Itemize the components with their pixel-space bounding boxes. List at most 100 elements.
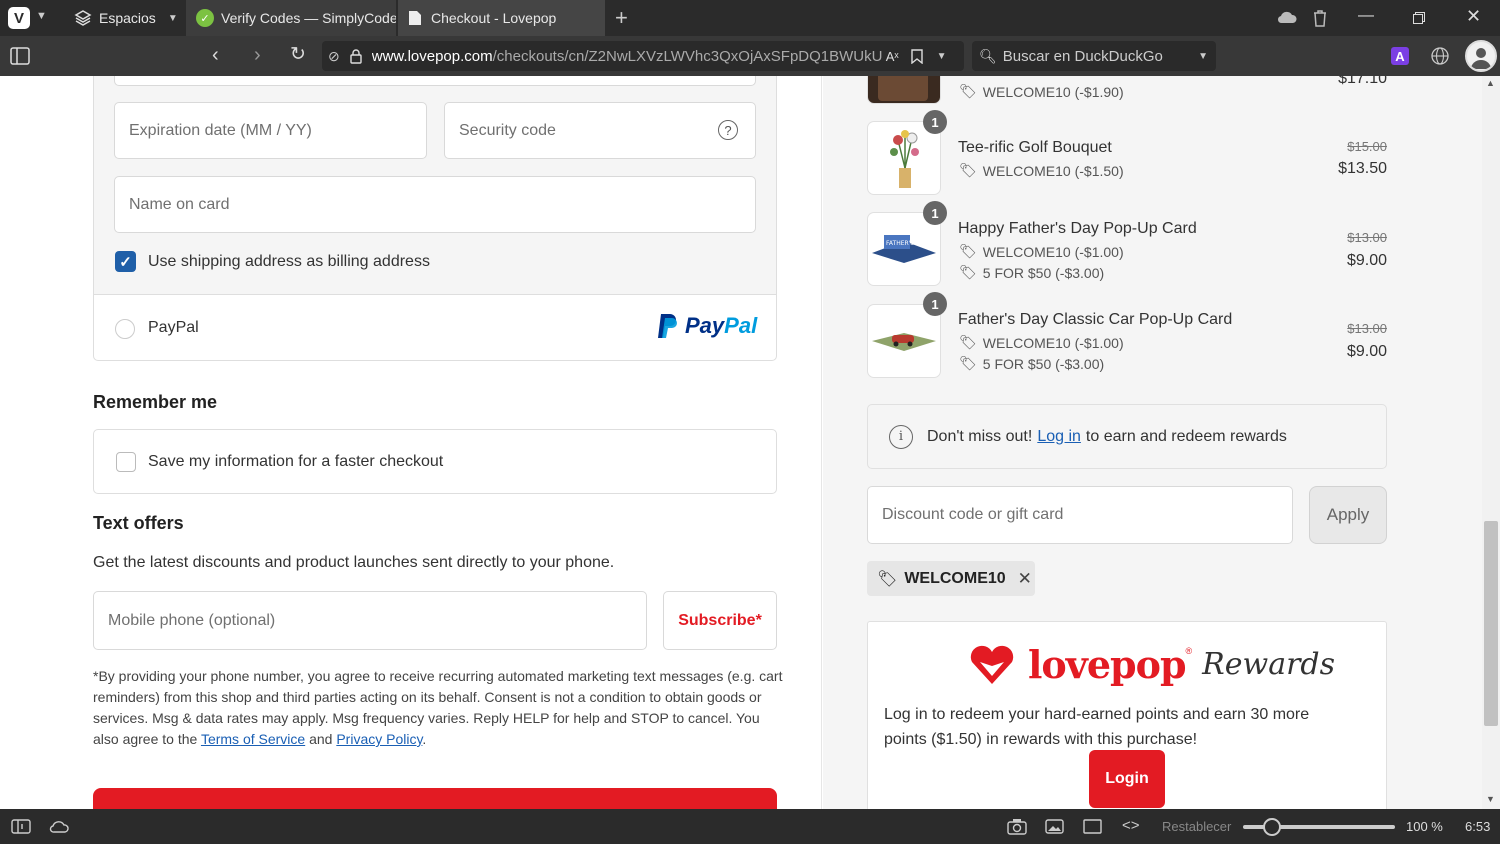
rewards-login-button[interactable]: Login — [1089, 750, 1165, 808]
terms-of-service-link[interactable]: Terms of Service — [201, 731, 305, 747]
expiration-date-field[interactable]: Expiration date (MM / YY) — [114, 102, 427, 159]
search-dropdown-icon[interactable]: ▼ — [1198, 51, 1208, 62]
scroll-up-icon[interactable]: ▲ — [1486, 78, 1495, 88]
original-price: $13.00 — [1347, 321, 1387, 336]
back-arrow-icon[interactable]: ‹ — [212, 44, 219, 67]
menu-chevron-icon[interactable]: ▼ — [36, 10, 47, 22]
url-field[interactable]: ⊘ www.lovepop.com/checkouts/cn/Z2NwLXVzL… — [322, 41, 964, 71]
bookmark-icon[interactable] — [910, 48, 923, 64]
window-icon[interactable] — [1083, 819, 1102, 834]
discount-placeholder: Discount code or gift card — [882, 506, 1064, 523]
card-number-field-partial[interactable] — [114, 76, 756, 86]
cloud-sync-icon[interactable] — [1277, 10, 1297, 24]
pay-now-button-partial[interactable] — [93, 788, 777, 809]
zoom-slider-thumb[interactable] — [1263, 818, 1281, 836]
privacy-policy-link[interactable]: Privacy Policy — [336, 731, 422, 747]
simplycodes-favicon-icon: ✓ — [196, 9, 214, 27]
cloud-icon[interactable] — [49, 820, 69, 833]
vivaldi-menu-button[interactable]: V — [8, 7, 30, 29]
mobile-phone-field[interactable]: Mobile phone (optional) — [93, 591, 647, 650]
tracker-blocker-icon[interactable]: ⊘ — [328, 48, 340, 65]
reload-icon[interactable]: ↻ — [290, 43, 306, 66]
code-icon[interactable]: <> — [1122, 817, 1140, 834]
profile-avatar[interactable] — [1465, 40, 1497, 72]
discount-text: WELCOME10 (-$1.50) — [982, 162, 1124, 179]
billing-address-checkbox[interactable]: ✓ — [115, 251, 136, 272]
workspaces-button[interactable]: Espacios ▼ — [64, 0, 184, 36]
trash-icon[interactable] — [1312, 9, 1328, 27]
product-thumbnail — [867, 76, 941, 104]
remember-me-box: Save my information for a faster checkou… — [93, 429, 777, 494]
user-icon — [1471, 48, 1491, 69]
discount-text: WELCOME10 (-$1.00) — [982, 243, 1124, 260]
subscribe-button[interactable]: Subscribe* — [663, 591, 777, 650]
phone-placeholder: Mobile phone (optional) — [108, 611, 276, 629]
panel-toggle-icon[interactable] — [11, 819, 31, 834]
new-tab-plus-icon[interactable]: + — [615, 5, 628, 31]
item-price: $9.00 — [1346, 252, 1387, 269]
scrollbar-thumb[interactable] — [1484, 521, 1498, 726]
original-price: $13.00 — [1347, 230, 1387, 245]
lovepop-brand: lovepop — [1028, 642, 1187, 687]
discount-text: WELCOME10 (-$1.90) — [982, 83, 1124, 100]
discount-text: 5 FOR $50 (-$3.00) — [982, 264, 1105, 281]
page-scrollbar[interactable]: ▲ ▼ — [1482, 76, 1500, 809]
log-in-link[interactable]: Log in — [1037, 428, 1081, 446]
search-placeholder: Buscar en DuckDuckGo — [1002, 47, 1163, 65]
camera-icon[interactable] — [1007, 818, 1027, 835]
security-code-field[interactable]: Security code ? — [444, 102, 756, 159]
globe-icon[interactable] — [1431, 47, 1449, 65]
tag-icon: 🏷︎ — [959, 162, 977, 178]
discount-code-field[interactable]: Discount code or gift card — [867, 486, 1293, 544]
close-window-icon[interactable]: ✕ — [1466, 6, 1481, 27]
name-on-card-field[interactable]: Name on card — [114, 176, 756, 233]
payment-column: Expiration date (MM / YY) Security code … — [0, 76, 822, 809]
apply-label: Apply — [1326, 505, 1370, 524]
browser-tab-bar: V ▼ Espacios ▼ ✓ Verify Codes — SimplyCo… — [0, 0, 1500, 36]
applied-code: WELCOME10 — [904, 569, 1006, 587]
paypal-option[interactable]: PayPal Pay Pal — [93, 294, 777, 361]
lovepop-heart-icon — [970, 645, 1014, 684]
translate-icon[interactable]: Aˣ — [886, 49, 899, 64]
extension-a-icon[interactable]: A — [1391, 47, 1409, 65]
restore-window-icon[interactable] — [1413, 12, 1425, 24]
billing-checkbox-label[interactable]: Use shipping address as billing address — [148, 253, 430, 271]
panel-toggle-icon[interactable] — [10, 47, 30, 65]
reset-zoom-button[interactable]: Restablecer — [1162, 819, 1231, 834]
scroll-down-icon[interactable]: ▼ — [1486, 794, 1495, 804]
layers-icon — [74, 10, 92, 26]
vivaldi-logo-icon: V — [13, 9, 24, 27]
zoom-slider[interactable] — [1243, 818, 1395, 836]
sms-legal-text: *By providing your phone number, you agr… — [93, 666, 783, 750]
tag-icon: 🏷︎ — [959, 355, 977, 371]
save-info-checkbox[interactable] — [116, 452, 136, 472]
lock-icon[interactable] — [350, 48, 362, 64]
url-path: /checkouts/cn/Z2NwLXVzLWVhc3QxOjAxSFpDQ1… — [492, 47, 882, 65]
remove-discount-icon[interactable]: ✕ — [1018, 569, 1032, 589]
paypal-radio[interactable] — [115, 319, 135, 339]
save-info-label[interactable]: Save my information for a faster checkou… — [148, 453, 443, 471]
forward-arrow-icon[interactable]: › — [254, 44, 261, 67]
url-dropdown-icon[interactable]: ▼ — [937, 51, 947, 62]
subscribe-label: Subscribe* — [678, 611, 762, 629]
original-price: $15.00 — [1347, 139, 1387, 154]
search-field[interactable]: 🔍︎ Buscar en DuckDuckGo ▼ — [972, 41, 1216, 71]
apply-button[interactable]: Apply — [1309, 486, 1387, 544]
image-icon[interactable] — [1045, 819, 1064, 834]
tab-verify-codes[interactable]: ✓ Verify Codes — SimplyCodes — [186, 0, 396, 36]
tab-checkout-lovepop[interactable]: Checkout - Lovepop — [398, 0, 605, 36]
applied-discount-chip: 🏷︎ WELCOME10 ✕ — [867, 561, 1035, 596]
security-placeholder: Security code — [459, 121, 556, 139]
paypal-logo-pal: Pal — [724, 313, 758, 338]
expiration-placeholder: Expiration date (MM / YY) — [129, 121, 312, 139]
item-price: $9.00 — [1346, 343, 1387, 360]
tag-icon: 🏷︎ — [959, 264, 977, 280]
quantity-badge: 1 — [923, 110, 947, 134]
help-circle-icon[interactable]: ? — [718, 120, 738, 140]
paypal-logo: Pay Pal — [657, 313, 757, 339]
discount-text: 5 FOR $50 (-$3.00) — [982, 355, 1105, 372]
discount-tag: 🏷︎ WELCOME10 (-$1.00) — [959, 243, 1124, 260]
minimize-window-icon[interactable]: — — [1358, 7, 1374, 25]
product-name: Happy Father's Day Pop-Up Card — [958, 220, 1197, 237]
paypal-p-icon — [658, 314, 677, 338]
